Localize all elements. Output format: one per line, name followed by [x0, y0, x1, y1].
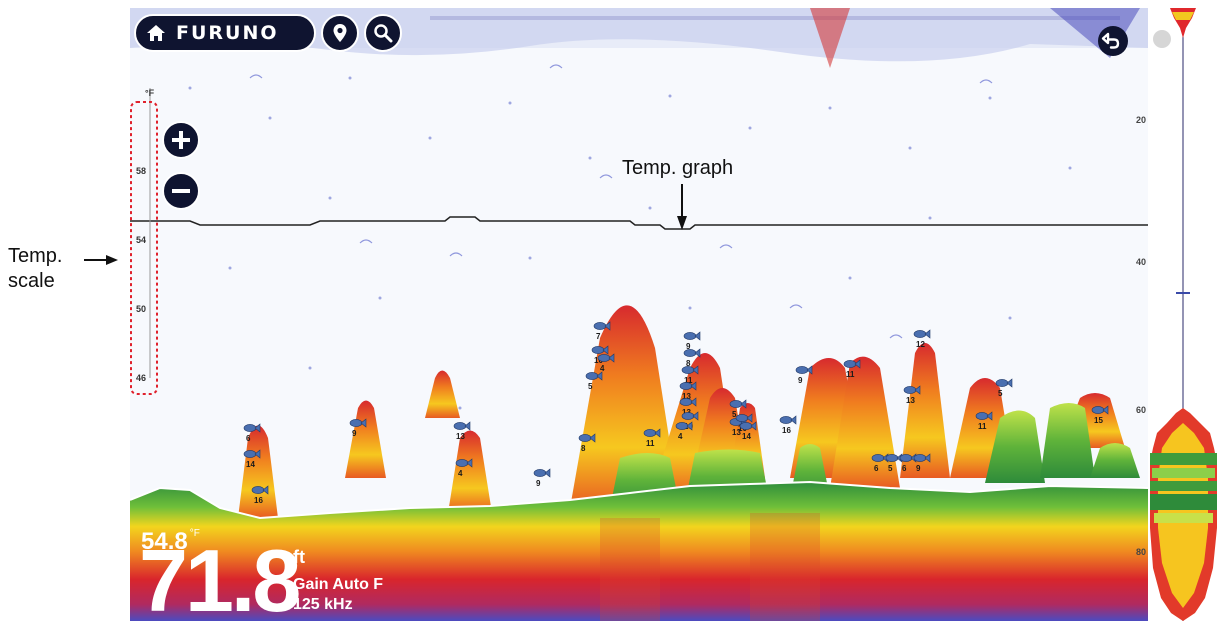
search-icon	[374, 24, 393, 43]
fish-symbol: 16	[779, 415, 797, 435]
temp-scale-tick: 46	[136, 373, 147, 383]
depth-readout: 71.8	[139, 531, 301, 622]
home-icon	[147, 25, 165, 41]
depth-scale-tick: 20	[1136, 115, 1147, 125]
depth-scale-tick: 80	[1136, 547, 1147, 557]
brand-logo: FURUNO	[176, 22, 279, 44]
search-button[interactable]	[364, 14, 402, 52]
temp-scale-annotation-arrow	[84, 255, 118, 265]
fish-size-label: 5	[888, 464, 893, 473]
fish-size-label: 6	[874, 464, 879, 473]
zoom-out-button[interactable]	[162, 172, 200, 210]
fish-size-label: 11	[646, 439, 655, 448]
echogram-panel[interactable]: 9614161349710458119811131310451310141691…	[130, 8, 1148, 621]
back-button[interactable]	[1098, 26, 1128, 56]
a-scope-graph	[1150, 8, 1217, 621]
temp-scale-highlight	[130, 101, 158, 395]
fish-size-label: 4	[458, 469, 463, 478]
zoom-in-button[interactable]	[162, 121, 200, 159]
a-scope-display	[1150, 8, 1217, 621]
fish-size-label: 14	[246, 460, 255, 469]
depth-scale-tick: 40	[1136, 257, 1147, 267]
fish-symbol: 5	[995, 378, 1013, 398]
fish-size-label: 9	[916, 464, 921, 473]
plus-icon	[172, 131, 190, 149]
fish-size-label: 11	[978, 422, 987, 431]
top-toolbar: FURUNO	[134, 14, 402, 52]
fish-size-label: 9	[798, 376, 803, 385]
temp-scale-tick: 58	[136, 166, 147, 176]
fish-size-label: 4	[678, 432, 683, 441]
temp-graph-annotation-arrow	[677, 184, 687, 230]
fish-size-label: 15	[1094, 416, 1103, 425]
fish-size-label: 8	[581, 444, 586, 453]
minus-icon	[172, 189, 190, 193]
gain-status: Gain Auto F	[293, 576, 384, 593]
temp-scale-tick: 54	[136, 235, 147, 245]
fish-size-label: 13	[906, 396, 915, 405]
temp-scale-unit: °F	[145, 88, 155, 98]
fish-size-label: 11	[846, 370, 855, 379]
depth-unit: ft	[293, 547, 305, 567]
fish-symbol: 9	[683, 331, 701, 351]
fish-symbol: 9	[533, 468, 551, 488]
fish-size-label: 16	[782, 426, 791, 435]
fish-size-label: 9	[352, 429, 357, 438]
fish-size-label: 4	[600, 364, 605, 373]
undo-arrow-icon	[1101, 32, 1120, 49]
temp-scale-annotation-line1: Temp.	[8, 245, 63, 267]
temp-scale-annotation-line2: scale	[8, 270, 55, 292]
fish-size-label: 6	[902, 464, 907, 473]
temp-scale-tick: 50	[136, 304, 147, 314]
fish-size-label: 5	[998, 389, 1003, 398]
fish-size-label: 16	[254, 496, 263, 505]
temp-graph-annotation: Temp. graph	[622, 157, 734, 179]
map-pin-icon	[333, 24, 347, 42]
temp-scale-annotation: Temp. scale	[8, 244, 62, 294]
fish-size-label: 5	[588, 382, 593, 391]
fish-size-label: 13	[456, 432, 465, 441]
fish-size-label: 6	[246, 434, 251, 443]
fish-size-label: 7	[596, 332, 601, 341]
fish-size-label: 9	[536, 479, 541, 488]
fish-size-label: 14	[742, 432, 751, 441]
home-button[interactable]: FURUNO	[134, 14, 316, 52]
fish-size-label: 12	[916, 340, 925, 349]
echogram-display: 9614161349710458119811131310451310141691…	[130, 8, 1148, 621]
frequency-status: 125 kHz	[293, 596, 353, 613]
depth-scale-tick: 60	[1136, 405, 1147, 415]
waypoint-button[interactable]	[321, 14, 359, 52]
